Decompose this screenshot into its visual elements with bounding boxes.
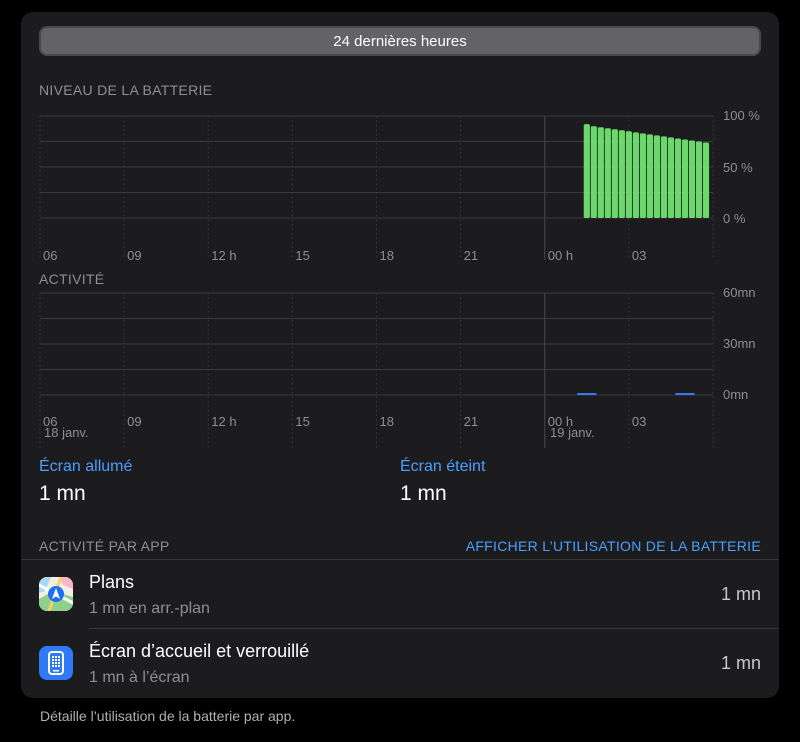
activity-chart: 06 09 12 h 15 18 21 00 h 03 60mn 30mn 0mn 18 ja… — [39, 285, 756, 448]
activity-bar — [675, 393, 695, 395]
screen-on-label: Écran allumé — [39, 458, 133, 475]
activity-x-tick-label: 15 — [295, 414, 309, 429]
battery-x-tick-label: 03 — [632, 248, 646, 263]
battery-bar — [660, 136, 668, 218]
battery-y-label-50: 50 % — [723, 160, 753, 175]
app-time: 1 mn — [720, 653, 761, 673]
battery-bar — [604, 128, 611, 218]
app-detail: 1 mn en arr.-plan — [89, 600, 210, 617]
battery-bar — [667, 137, 675, 218]
battery-x-tick-label: 18 — [380, 248, 394, 263]
battery-bar — [611, 129, 618, 218]
battery-x-tick-label: 15 — [295, 248, 309, 263]
activity-x-tick-label: 12 h — [211, 414, 236, 429]
battery-bar — [702, 142, 710, 218]
battery-bar — [688, 140, 696, 218]
app-row-plans[interactable]: Plans 1 mn en arr.-plan 1 mn — [21, 560, 779, 628]
app-name: Écran d’accueil et verrouillé — [89, 641, 310, 661]
activity-x-tick-label: 03 — [632, 414, 646, 429]
battery-bar — [632, 132, 639, 218]
screen-on-value: 1 mn — [39, 482, 86, 505]
time-range-label: 24 dernières heures — [333, 32, 467, 50]
battery-bar — [583, 124, 590, 218]
app-detail: 1 mn à l’écran — [89, 669, 190, 686]
battery-level-chart: 06 09 12 h 15 18 21 00 h 03 100 % 50 % 0 % — [39, 108, 760, 263]
activity-y-label-60: 60mn — [723, 285, 756, 300]
battery-bar — [639, 133, 646, 218]
time-range-segment[interactable]: 24 dernières heures — [39, 26, 761, 56]
activity-bar — [576, 393, 597, 395]
activity-x-tick-label: 21 — [464, 414, 478, 429]
battery-x-tick-label: 09 — [127, 248, 141, 263]
battery-bar — [646, 134, 653, 218]
battery-bar — [695, 141, 703, 218]
battery-bar — [681, 139, 689, 218]
battery-bar — [674, 138, 682, 218]
battery-bar — [597, 127, 604, 218]
app-name: Plans — [89, 572, 135, 592]
screen-off-value: 1 mn — [400, 482, 447, 505]
app-row-home-lock-screen[interactable]: Écran d’accueil et verrouillé 1 mn à l’é… — [21, 629, 779, 697]
battery-bar — [653, 135, 661, 218]
battery-bar — [625, 131, 632, 218]
battery-y-label-100: 100 % — [723, 108, 760, 123]
battery-x-tick-label: 00 h — [548, 248, 573, 263]
home-lock-screen-icon — [39, 646, 73, 680]
activity-by-app-header: ACTIVITÉ PAR APP — [39, 538, 170, 554]
battery-x-tick-label: 12 h — [211, 248, 236, 263]
activity-y-label-0: 0mn — [723, 387, 748, 402]
battery-x-tick-label: 21 — [464, 248, 478, 263]
show-battery-usage-link[interactable]: AFFICHER L’UTILISATION DE LA BATTERIE — [466, 538, 761, 554]
battery-level-title: NIVEAU DE LA BATTERIE — [39, 82, 213, 98]
battery-card: 24 dernières heures NIVEAU DE LA BATTERI… — [21, 12, 779, 698]
app-time: 1 mn — [720, 584, 761, 604]
battery-bar — [590, 126, 597, 218]
activity-x-tick-label: 09 — [127, 414, 141, 429]
battery-x-tick-label: 06 — [43, 248, 57, 263]
activity-date-label-2: 19 janv. — [550, 425, 595, 440]
battery-y-label-0: 0 % — [723, 211, 746, 226]
activity-date-label-1: 18 janv. — [44, 425, 89, 440]
screen-off-label: Écran éteint — [400, 458, 486, 475]
maps-icon — [39, 577, 73, 611]
activity-y-label-30: 30mn — [723, 336, 756, 351]
battery-bar — [618, 130, 625, 218]
footer-note: Détaille l’utilisation de la batterie pa… — [40, 708, 296, 724]
activity-x-tick-label: 18 — [380, 414, 394, 429]
activity-title: ACTIVITÉ — [39, 271, 105, 287]
